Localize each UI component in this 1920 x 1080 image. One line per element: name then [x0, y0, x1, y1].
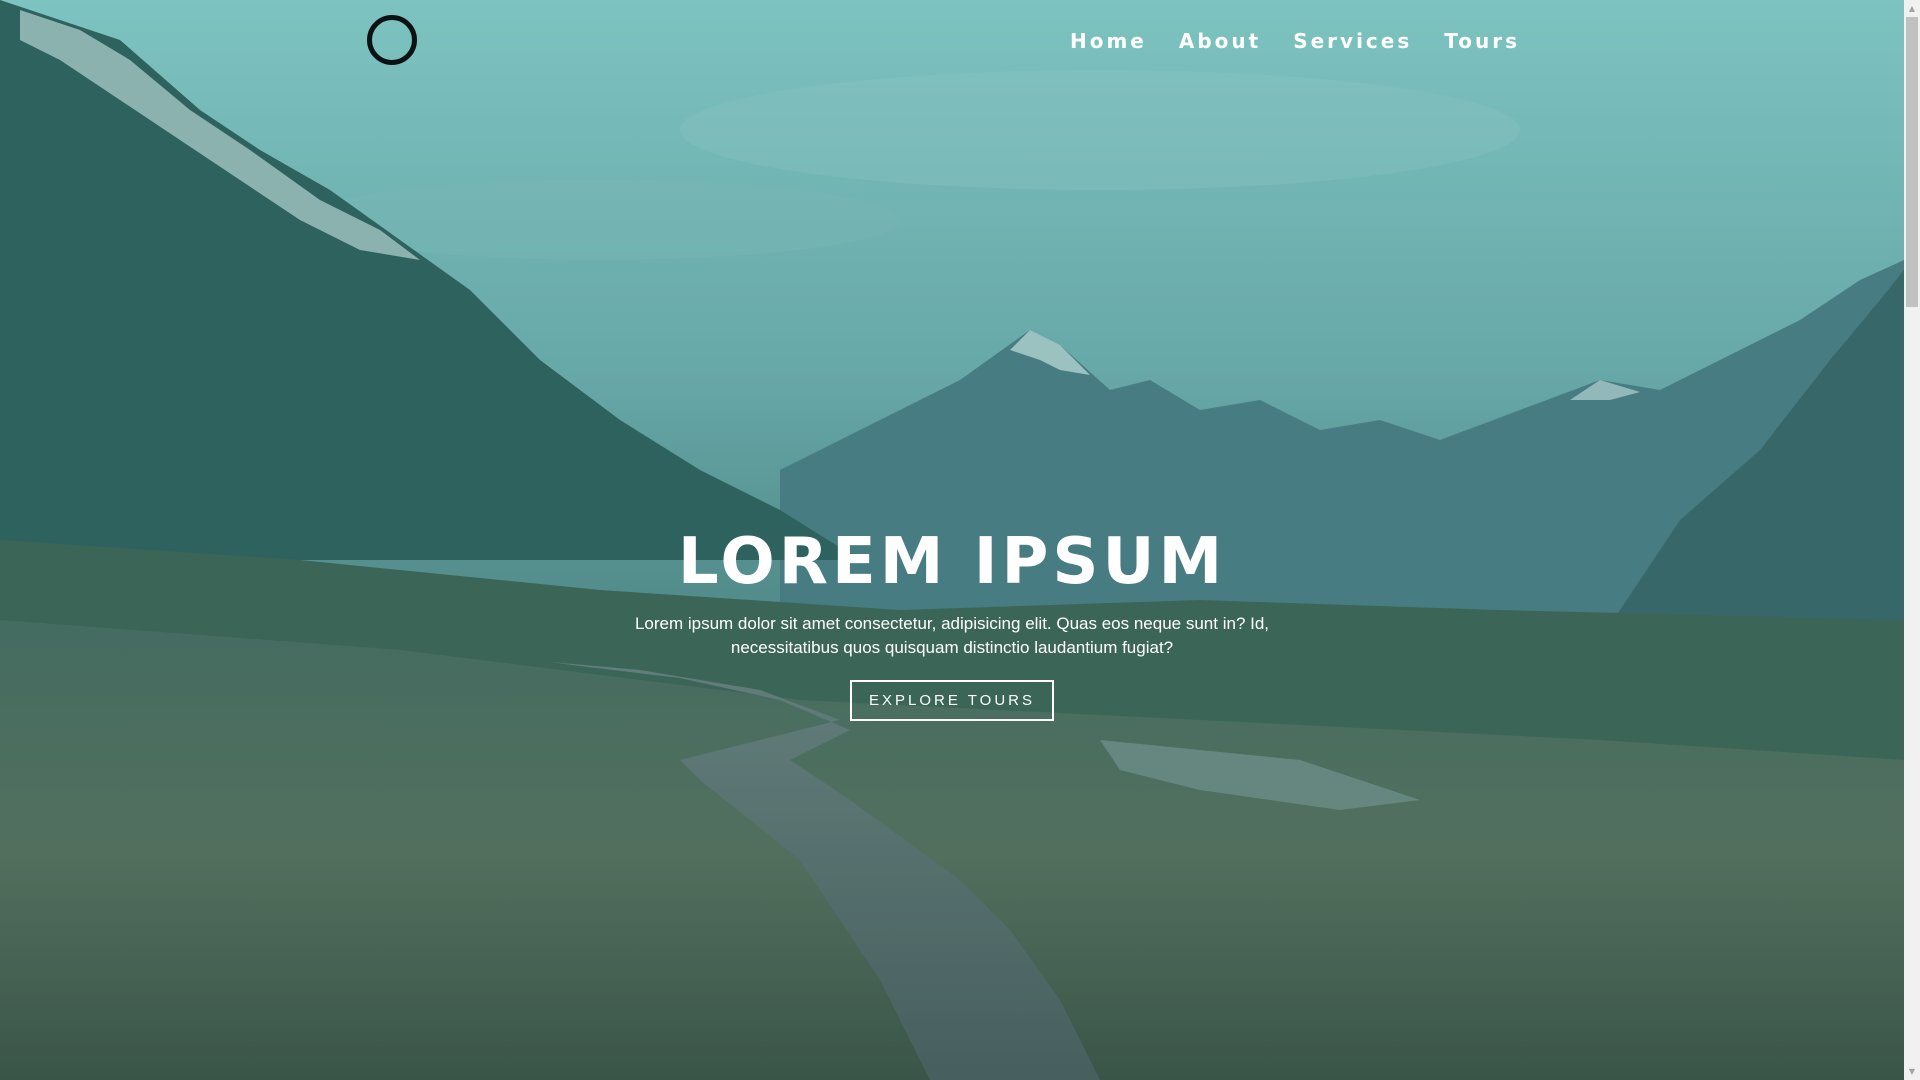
hero-title: LOREM IPSUM [677, 525, 1227, 599]
page: Home About Services Tours LOREM IPSUM Lo… [0, 0, 1920, 1080]
explore-tours-button[interactable]: EXPLORE TOURS [850, 680, 1054, 721]
vertical-scrollbar[interactable]: ▲ ▼ [1904, 0, 1920, 1080]
nav-item-services[interactable]: Services [1293, 26, 1412, 56]
hero-content: LOREM IPSUM Lorem ipsum dolor sit amet c… [0, 520, 1904, 721]
main-nav: Home About Services Tours [1070, 26, 1520, 56]
hero-description: Lorem ipsum dolor sit amet consectetur, … [634, 614, 1270, 657]
chevron-up-icon[interactable]: ▲ [1904, 0, 1920, 17]
nav-item-tours[interactable]: Tours [1444, 26, 1520, 56]
circle-logo-icon[interactable] [367, 15, 417, 65]
nav-item-home[interactable]: Home [1070, 26, 1147, 56]
nav-item-about[interactable]: About [1179, 26, 1261, 56]
scrollbar-thumb[interactable] [1906, 17, 1918, 307]
chevron-down-icon[interactable]: ▼ [1904, 1063, 1920, 1080]
